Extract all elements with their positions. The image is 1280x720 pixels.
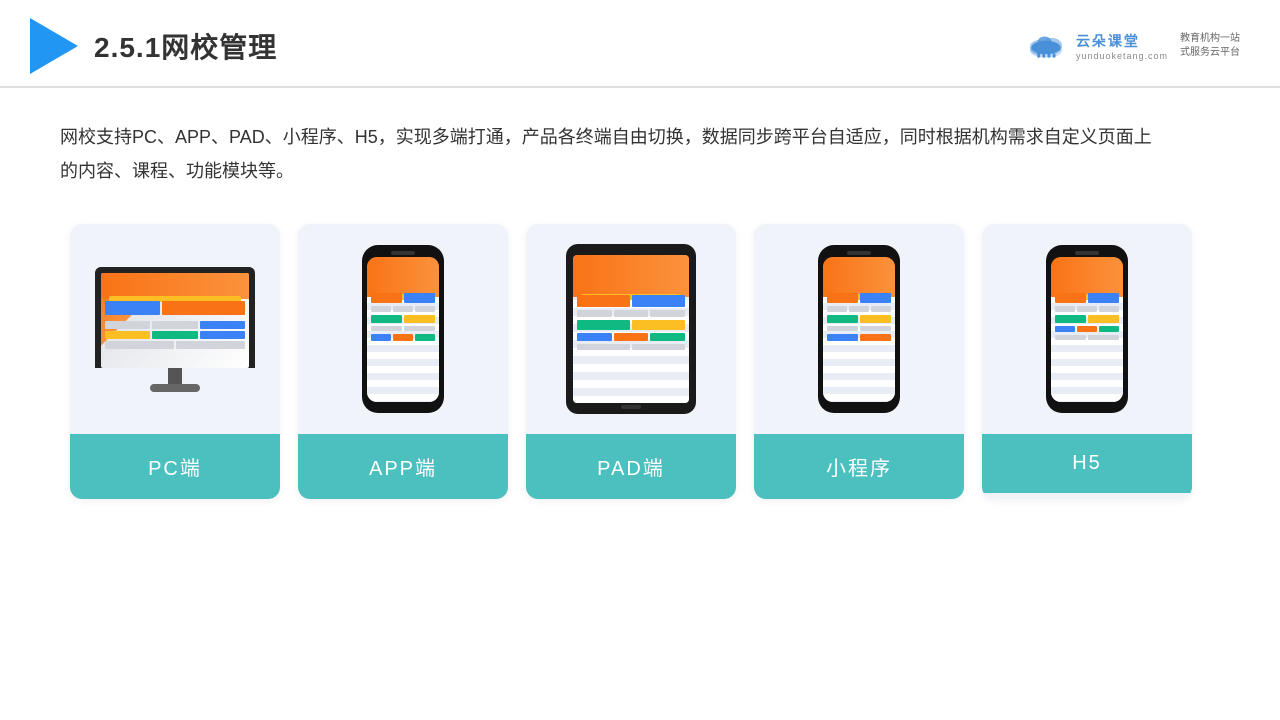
card-pad-label: PAD端 bbox=[526, 434, 736, 499]
card-app: APP端 bbox=[298, 224, 508, 499]
card-app-image bbox=[298, 224, 508, 434]
brand-logo bbox=[1024, 31, 1068, 61]
card-h5-label: H5 bbox=[982, 434, 1192, 493]
card-app-label: APP端 bbox=[298, 434, 508, 499]
app-mockup bbox=[362, 245, 444, 413]
card-h5: H5 bbox=[982, 224, 1192, 499]
miniapp-mockup bbox=[818, 245, 900, 413]
brand-slogan: 教育机构一站 式服务云平台 bbox=[1180, 32, 1240, 60]
brand-name: 云朵课堂 bbox=[1076, 31, 1140, 51]
card-pad: PAD端 bbox=[526, 224, 736, 499]
page-title: 2.5.1网校管理 bbox=[94, 26, 277, 66]
pc-mockup bbox=[95, 267, 255, 392]
card-pc-label: PC端 bbox=[70, 434, 280, 499]
brand-text: 云朵课堂 yunduoketang.com bbox=[1076, 31, 1168, 61]
header: 2.5.1网校管理 云朵课堂 yunduoketang.com 教育机构一站 式… bbox=[0, 0, 1280, 88]
h5-mockup bbox=[1046, 245, 1128, 413]
main-content: 网校支持PC、APP、PAD、小程序、H5，实现多端打通，产品各终端自由切换，数… bbox=[0, 88, 1280, 519]
brand-domain: yunduoketang.com bbox=[1076, 51, 1168, 61]
card-pad-image bbox=[526, 224, 736, 434]
description-text: 网校支持PC、APP、PAD、小程序、H5，实现多端打通，产品各终端自由切换，数… bbox=[60, 120, 1160, 188]
card-miniapp-label: 小程序 bbox=[754, 434, 964, 499]
card-h5-image bbox=[982, 224, 1192, 434]
card-pc-image bbox=[70, 224, 280, 434]
pad-mockup bbox=[566, 244, 696, 414]
card-miniapp: 小程序 bbox=[754, 224, 964, 499]
logo-icon bbox=[30, 18, 78, 74]
card-pc: PC端 bbox=[70, 224, 280, 499]
header-left: 2.5.1网校管理 bbox=[30, 18, 277, 74]
card-miniapp-image bbox=[754, 224, 964, 434]
header-right: 云朵课堂 yunduoketang.com 教育机构一站 式服务云平台 bbox=[1024, 31, 1240, 61]
cloud-brand-icon bbox=[1024, 31, 1068, 61]
cards-container: PC端 bbox=[60, 224, 1220, 499]
